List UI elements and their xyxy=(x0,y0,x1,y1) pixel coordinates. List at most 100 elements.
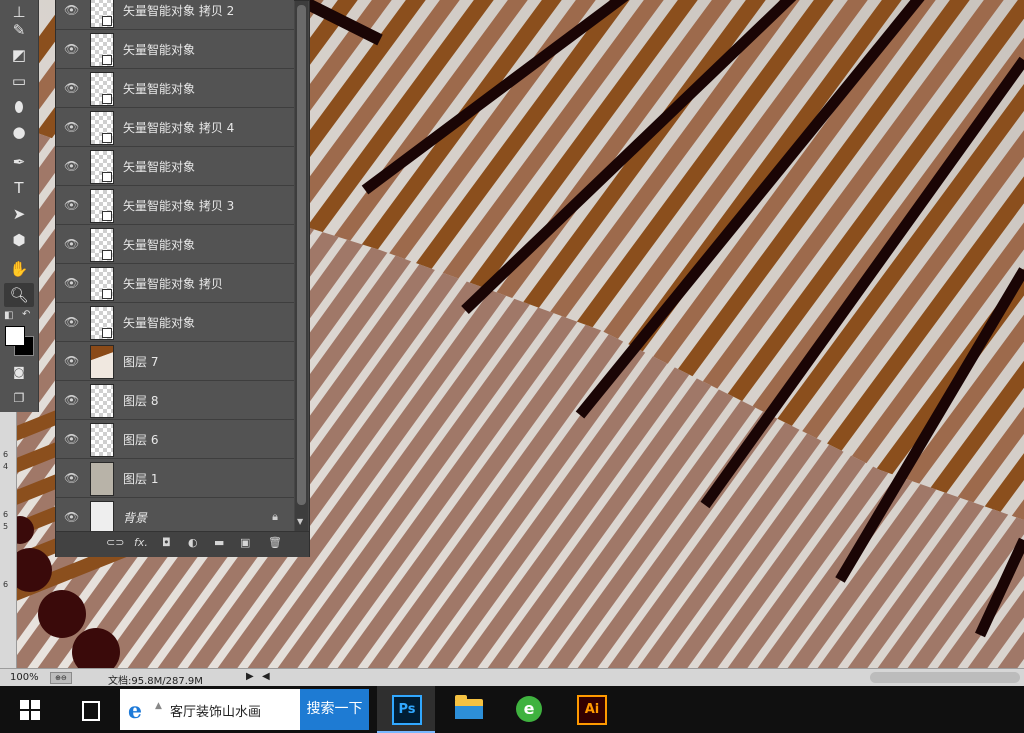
eraser-icon[interactable]: ◩ xyxy=(4,43,34,67)
scrollbar-thumb[interactable] xyxy=(297,5,306,505)
illustrator-taskbar-button[interactable]: Ai xyxy=(562,686,620,733)
search-dropdown-icon[interactable]: ▲ xyxy=(155,701,162,711)
ruler-tick: 4 xyxy=(3,462,9,471)
visibility-eye-icon[interactable]: 👁︎ xyxy=(64,510,79,524)
scroll-down-icon[interactable]: ▼ xyxy=(297,517,303,526)
layer-thumbnail xyxy=(90,306,114,340)
layer-row[interactable]: 👁︎ 图层 7 xyxy=(56,342,294,381)
shape-icon[interactable]: ⬢ xyxy=(4,228,34,252)
gradient-icon[interactable]: ▭ xyxy=(4,69,34,93)
file-explorer-taskbar-button[interactable] xyxy=(439,686,497,733)
visibility-eye-icon[interactable]: 👁︎ xyxy=(64,198,79,212)
photoshop-taskbar-button[interactable]: Ps xyxy=(377,686,435,733)
adjustment-icon[interactable]: ◐ xyxy=(188,536,198,549)
smart-object-icon xyxy=(102,328,112,338)
smart-object-icon xyxy=(102,133,112,143)
layer-row[interactable]: 👁︎ 矢量智能对象 xyxy=(56,225,294,264)
layer-row[interactable]: 👁︎ 矢量智能对象 拷贝 3 xyxy=(56,186,294,225)
layer-name: 矢量智能对象 拷贝 4 xyxy=(123,121,235,135)
layer-thumbnail xyxy=(90,345,114,379)
default-colors-icon[interactable]: ◧ xyxy=(4,310,13,321)
visibility-eye-icon[interactable]: 👁︎ xyxy=(64,432,79,446)
layer-name: 图层 7 xyxy=(123,355,159,369)
visibility-eye-icon[interactable]: 👁︎ xyxy=(64,81,79,95)
blur-icon[interactable]: ⬮ xyxy=(4,95,34,119)
ie-icon: e xyxy=(128,698,142,724)
folder-icon xyxy=(455,695,483,719)
visibility-eye-icon[interactable]: 👁︎ xyxy=(64,393,79,407)
foreground-color-swatch[interactable] xyxy=(5,326,25,346)
layer-name: 矢量智能对象 xyxy=(123,238,196,252)
path-select-icon[interactable]: ➤ xyxy=(4,202,34,226)
smart-object-icon xyxy=(102,250,112,260)
link-icon[interactable]: ⊂⊃ xyxy=(106,536,124,549)
layers-panel: 👁︎ 矢量智能对象 拷贝 2 👁︎ 矢量智能对象 👁︎ 矢量智能对象 👁︎ 矢量智能对象 拷贝… xyxy=(55,0,310,557)
illustrator-icon: Ai xyxy=(577,695,607,725)
layer-name: 矢量智能对象 拷贝 xyxy=(123,277,223,291)
layers-footer: ⊂⊃ fx. ◘ ◐ ▬ ▣ 🗑︎ xyxy=(56,531,309,557)
layer-row[interactable]: 👁︎ 矢量智能对象 xyxy=(56,147,294,186)
layer-name: 图层 1 xyxy=(123,472,159,486)
layer-row[interactable]: 👁︎ 图层 8 xyxy=(56,381,294,420)
visibility-eye-icon[interactable]: 👁︎ xyxy=(64,276,79,290)
layer-thumbnail xyxy=(90,111,114,145)
layer-row[interactable]: 👁︎ 矢量智能对象 xyxy=(56,303,294,342)
hand-icon[interactable]: ✋ xyxy=(4,257,34,281)
layer-thumbnail xyxy=(90,33,114,67)
status-preview-icon[interactable]: ⊕⊖ xyxy=(50,672,72,684)
trash-icon[interactable]: 🗑︎ xyxy=(268,536,282,549)
layer-row[interactable]: 👁︎ 矢量智能对象 拷贝 xyxy=(56,264,294,303)
zoom-icon[interactable]: 🔍︎ xyxy=(4,283,34,307)
layer-thumbnail xyxy=(90,462,114,496)
layer-row[interactable]: 👁︎ 图层 6 xyxy=(56,420,294,459)
start-button[interactable] xyxy=(0,686,60,733)
task-view-button[interactable] xyxy=(60,686,120,733)
history-brush-icon[interactable]: ✎ xyxy=(4,18,34,42)
visibility-eye-icon[interactable]: 👁︎ xyxy=(64,159,79,173)
zoom-level[interactable]: 100% xyxy=(10,672,39,683)
browser-search-box[interactable]: e ▲ 客厅装饰山水画 xyxy=(120,689,300,730)
smart-object-icon xyxy=(102,289,112,299)
mask-icon[interactable]: ◘ xyxy=(162,536,171,549)
folder-icon[interactable]: ▬ xyxy=(214,536,224,549)
pen-icon[interactable]: ✒ xyxy=(4,150,34,174)
layer-row[interactable]: 👁︎ 矢量智能对象 xyxy=(56,69,294,108)
status-bar: 100% ⊕⊖ 文档:95.8M/287.9M ▶ ◀ xyxy=(0,668,1024,687)
document-size: 文档:95.8M/287.9M xyxy=(108,676,203,687)
layer-name: 矢量智能对象 拷贝 2 xyxy=(123,4,235,18)
layer-name: 矢量智能对象 xyxy=(123,316,196,330)
layer-row[interactable]: 👁︎ 矢量智能对象 拷贝 2 xyxy=(56,0,294,30)
visibility-eye-icon[interactable]: 👁︎ xyxy=(64,42,79,56)
visibility-eye-icon[interactable]: 👁︎ xyxy=(64,315,79,329)
visibility-eye-icon[interactable]: 👁︎ xyxy=(64,3,79,17)
visibility-eye-icon[interactable]: 👁︎ xyxy=(64,237,79,251)
layer-thumbnail xyxy=(90,0,114,28)
layer-thumbnail xyxy=(90,72,114,106)
search-input[interactable]: 客厅装饰山水画 xyxy=(170,701,261,720)
smart-object-icon xyxy=(102,16,112,26)
visibility-eye-icon[interactable]: 👁︎ xyxy=(64,120,79,134)
layer-name: 矢量智能对象 拷贝 3 xyxy=(123,199,235,213)
swap-colors-icon[interactable]: ↶ xyxy=(22,309,30,320)
quick-mask-icon[interactable]: ◙ xyxy=(4,360,34,384)
layer-thumbnail xyxy=(90,189,114,223)
layer-name: 图层 6 xyxy=(123,433,159,447)
visibility-eye-icon[interactable]: 👁︎ xyxy=(64,471,79,485)
layer-row[interactable]: 👁︎ 矢量智能对象 xyxy=(56,30,294,69)
layers-scrollbar[interactable]: ▼ xyxy=(295,1,308,531)
type-tool-icon[interactable]: T xyxy=(4,176,34,200)
search-button[interactable]: 搜索一下 xyxy=(300,689,369,730)
fx-icon[interactable]: fx. xyxy=(134,536,148,549)
screen-mode-icon[interactable]: ❐ xyxy=(4,386,34,410)
layer-row[interactable]: 👁︎ 矢量智能对象 拷贝 4 xyxy=(56,108,294,147)
visibility-eye-icon[interactable]: 👁︎ xyxy=(64,354,79,368)
layer-name: 矢量智能对象 xyxy=(123,160,196,174)
horizontal-scrollbar[interactable] xyxy=(870,672,1020,683)
status-menu-arrow-icon[interactable]: ▶ xyxy=(246,671,254,682)
dodge-icon[interactable]: ● xyxy=(4,120,34,144)
scroll-left-icon[interactable]: ◀ xyxy=(262,671,270,682)
task-view-icon xyxy=(82,701,100,721)
layer-row[interactable]: 👁︎ 图层 1 xyxy=(56,459,294,498)
browser-360-taskbar-button[interactable]: e xyxy=(500,686,558,733)
new-layer-icon[interactable]: ▣ xyxy=(240,536,250,549)
